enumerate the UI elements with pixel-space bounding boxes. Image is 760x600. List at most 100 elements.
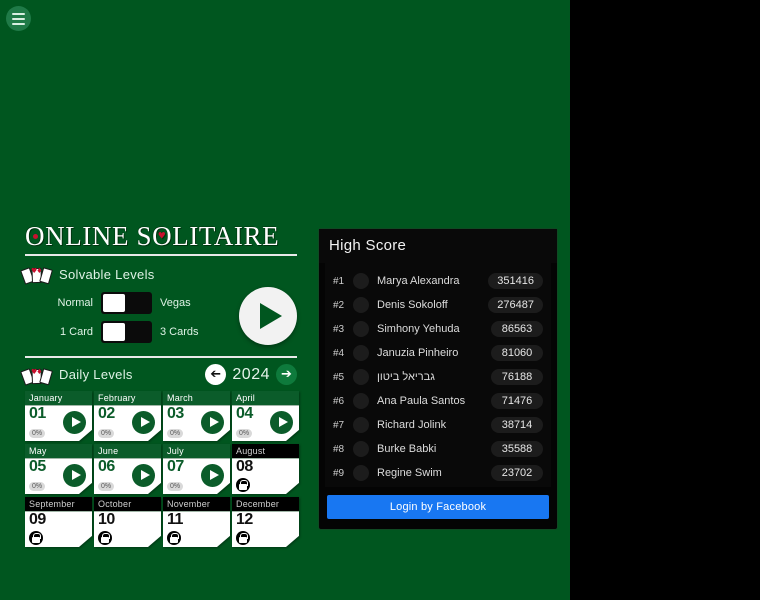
month-card-number: 03: [167, 405, 184, 423]
high-score-row: #4 Januzia Pinheiro 81060: [333, 341, 543, 365]
solvable-levels-title: Solvable Levels: [59, 266, 155, 282]
left-panel: ONLINE SOLITAIRE Solvable Levels Normal …: [20, 221, 299, 548]
daily-levels-title-group: Daily Levels: [20, 365, 133, 386]
month-play-icon[interactable]: [63, 411, 86, 435]
month-card-progress: 0%: [167, 429, 184, 439]
month-card-october[interactable]: October 10: [94, 497, 161, 548]
month-card-number: 06: [98, 458, 115, 476]
month-card-number: 08: [236, 458, 253, 476]
playing-cards-icon: [20, 265, 53, 286]
high-score-rank: #3: [333, 323, 345, 335]
high-score-value: 86563: [491, 321, 543, 337]
avatar: [353, 297, 369, 313]
month-card-april[interactable]: April 04 0%: [232, 391, 299, 442]
high-score-player-name: Burke Babki: [377, 443, 437, 455]
site-logo: ONLINE SOLITAIRE: [25, 221, 297, 257]
hamburger-icon-bar: [12, 22, 25, 25]
month-card-march[interactable]: March 03 0%: [163, 391, 230, 442]
solvable-levels-header: Solvable Levels: [20, 264, 297, 286]
playing-cards-icon: [20, 366, 53, 386]
avatar: [353, 273, 369, 289]
arrow-left-icon[interactable]: ➔: [205, 364, 227, 386]
high-score-player-name: Denis Sokoloff: [377, 299, 448, 311]
high-score-rank: #4: [333, 347, 345, 359]
month-card-june[interactable]: June 06 0%: [94, 444, 161, 495]
month-card-body: 03 0%: [163, 405, 230, 442]
month-card-july[interactable]: July 07 0%: [163, 444, 230, 495]
month-card-december[interactable]: December 12: [232, 497, 299, 548]
high-score-rank: #1: [333, 275, 345, 287]
month-play-icon[interactable]: [63, 464, 86, 488]
month-card-body: 10: [94, 511, 161, 548]
month-card-february[interactable]: February 02 0%: [94, 391, 161, 442]
month-card-name: March: [163, 391, 230, 406]
lock-icon: [167, 531, 181, 546]
high-score-row: #2 Denis Sokoloff 276487: [333, 293, 543, 317]
month-play-icon[interactable]: [270, 411, 293, 435]
month-card-number: 02: [98, 405, 115, 423]
toggle-one-three-cards[interactable]: [101, 321, 152, 344]
month-play-icon[interactable]: [132, 464, 155, 488]
toggle-knob: [103, 323, 125, 342]
high-score-value: 38714: [491, 417, 543, 433]
avatar: [353, 369, 369, 385]
month-card-january[interactable]: January 01 0%: [25, 391, 92, 442]
daily-levels-header: Daily Levels ➔ 2024 ➔: [20, 356, 297, 386]
hamburger-menu-button[interactable]: [6, 6, 31, 31]
month-card-name: August: [232, 444, 299, 459]
month-card-name: November: [163, 497, 230, 512]
month-card-august[interactable]: August 08: [232, 444, 299, 495]
month-card-progress: 0%: [29, 429, 46, 439]
option-label-normal: Normal: [57, 297, 93, 310]
month-card-number: 05: [29, 458, 46, 476]
high-score-rank: #7: [333, 419, 345, 431]
high-score-panel: High Score #1 Marya Alexandra 351416 #2 Deni…: [318, 228, 558, 530]
avatar: [353, 393, 369, 409]
month-card-number: 07: [167, 458, 184, 476]
high-score-player-name: Simhony Yehuda: [377, 323, 460, 335]
game-options: Normal Vegas 1 Card 3 Cards: [25, 287, 297, 349]
hamburger-icon-bar: [12, 12, 25, 15]
month-card-name: February: [94, 391, 161, 406]
month-card-body: 04 0%: [232, 405, 299, 442]
month-card-name: October: [94, 497, 161, 512]
month-card-may[interactable]: May 05 0%: [25, 444, 92, 495]
month-card-number: 12: [236, 511, 253, 529]
high-score-value: 35588: [491, 441, 543, 457]
app-root: ONLINE SOLITAIRE Solvable Levels Normal …: [0, 0, 760, 600]
arrow-right-icon[interactable]: ➔: [276, 364, 297, 386]
year-navigation: ➔ 2024 ➔: [205, 364, 297, 386]
month-card-november[interactable]: November 11: [163, 497, 230, 548]
month-card-name: May: [25, 444, 92, 459]
month-card-progress: 0%: [98, 482, 115, 492]
high-score-value: 81060: [491, 345, 543, 361]
month-play-icon[interactable]: [201, 464, 224, 488]
avatar: [353, 417, 369, 433]
month-card-progress: 0%: [29, 482, 46, 492]
month-card-number: 01: [29, 405, 46, 423]
month-card-name: June: [94, 444, 161, 459]
month-grid: January 01 0% February 02 0% March 03 0% April 04 0…: [25, 391, 299, 548]
play-button[interactable]: [239, 287, 297, 346]
month-card-body: 08: [232, 458, 299, 495]
logo-text-one: NLINE: [45, 221, 130, 251]
high-score-value: 71476: [491, 393, 543, 409]
high-score-rank: #2: [333, 299, 345, 311]
high-score-player-name: Regine Swim: [377, 467, 442, 479]
high-score-title: High Score: [319, 229, 557, 263]
toggle-normal-vegas[interactable]: [101, 292, 152, 315]
month-play-icon[interactable]: [132, 411, 155, 435]
high-score-row: #9 Regine Swim 23702: [333, 461, 543, 485]
avatar: [353, 441, 369, 457]
month-card-name: September: [25, 497, 92, 512]
month-card-body: 12: [232, 511, 299, 548]
option-label-vegas: Vegas: [160, 297, 191, 310]
lock-icon: [236, 478, 250, 493]
month-card-body: 11: [163, 511, 230, 548]
month-card-name: April: [232, 391, 299, 406]
month-card-body: 01 0%: [25, 405, 92, 442]
month-card-september[interactable]: September 09: [25, 497, 92, 548]
high-score-row: #7 Richard Jolink 38714: [333, 413, 543, 437]
month-play-icon[interactable]: [201, 411, 224, 435]
login-by-facebook-button[interactable]: Login by Facebook: [327, 495, 549, 519]
